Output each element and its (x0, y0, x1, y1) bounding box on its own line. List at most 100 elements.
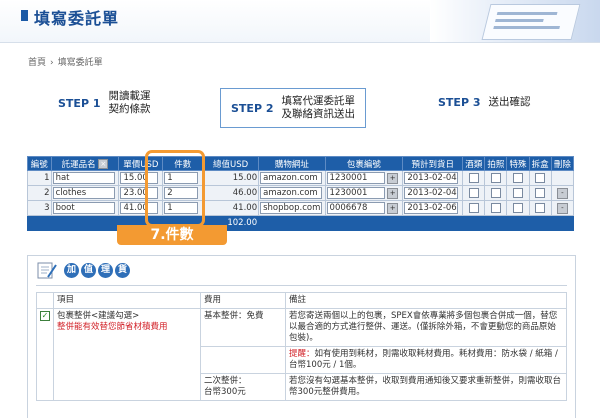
col-special: 特殊 (506, 156, 530, 171)
consolidation-item: 包裹整併<建議勾選> 整併能有效替您節省材積費用 (53, 308, 201, 401)
basic-note: 若您寄送兩個以上的包裹，SPEX會依專業將多個包裹合併成一個，替您以最合適的方式… (285, 308, 567, 347)
url-input[interactable]: shopbop.com (260, 202, 323, 214)
document-pen-icon (37, 262, 57, 279)
qty-callout-label: 7.件數 (117, 225, 227, 245)
order-table-header: 編號 託運品名 × 單價USD 件數 總值USD 購物網址 包裹編號 預計到貨日… (27, 156, 575, 171)
col-note: 備註 (285, 292, 567, 309)
package-input[interactable]: 0006678 (326, 202, 385, 214)
page-title: 填寫委託單 (34, 9, 120, 28)
step-3-number: STEP 3 (438, 96, 481, 109)
url-input[interactable]: amazon.com (260, 172, 323, 184)
unbox-checkbox[interactable] (535, 187, 546, 198)
total-row: 102.00 (26, 215, 574, 231)
heading-char: 理 (98, 262, 113, 278)
material-note-text: 如有使用到耗材，則需收取耗材費用。耗材費用：防水袋 / 紙箱 / 台幣100元 … (289, 349, 558, 370)
col-delete: 刪除 (550, 156, 575, 171)
item-name-input[interactable]: clothes (52, 187, 115, 199)
table-row: 3 boot 41.00 1 41.00 shopbop.com 0006678… (27, 200, 575, 216)
liquor-checkbox[interactable] (468, 172, 479, 183)
step-2-active: STEP 2 填寫代運委託單 及聯絡資訊送出 (220, 88, 366, 128)
special-checkbox[interactable] (513, 187, 524, 198)
table-row: ✓ 包裹整併<建議勾選> 整併能有效替您節省材積費用 基本整併：免費 若您寄送兩… (36, 308, 567, 401)
title-bullet-icon (21, 10, 28, 21)
col-package: 包裹編號 (324, 156, 404, 171)
top-banner: 填寫委託單 (0, 0, 600, 43)
special-checkbox[interactable] (513, 172, 524, 183)
liquor-checkbox[interactable] (468, 187, 479, 198)
step-2-label: 填寫代運委託單 及聯絡資訊送出 (281, 95, 356, 120)
delete-row-button[interactable]: - (556, 187, 568, 199)
delete-cell-empty (550, 170, 575, 186)
col-fee: 費用 (200, 292, 286, 309)
reminder-label: 提醒： (289, 349, 315, 359)
divider (36, 285, 567, 286)
item-name-input[interactable]: boot (52, 202, 115, 214)
second-note: 若您沒有勾選基本整併，收取到費用通知後又要求重新整併，則需收取台幣300元整併費… (285, 373, 567, 401)
consolidation-subtitle: 整併能有效替您節省材積費用 (57, 322, 168, 332)
form-card-illustration (481, 4, 581, 40)
delete-row-button[interactable]: - (556, 202, 568, 214)
date-input[interactable]: 2013-02-04 (404, 172, 459, 184)
col-unbox: 拆盒 (528, 156, 552, 171)
col-item: 項目 (53, 292, 201, 309)
col-liquor: 酒類 (462, 156, 486, 171)
row-total: 46.00 (202, 185, 260, 201)
consolidation-title: 包裹整併<建議勾選> (57, 311, 140, 321)
heading-char: 加 (64, 262, 79, 278)
col-url: 購物網址 (258, 156, 326, 171)
col-total: 總值USD (202, 156, 260, 171)
table-row: 2 clothes 23.00 2 46.00 amazon.com 12300… (27, 185, 575, 201)
photo-checkbox[interactable] (490, 172, 501, 183)
banner-illustration (430, 0, 600, 42)
row-total: 15.00 (202, 170, 260, 186)
special-checkbox[interactable] (513, 202, 524, 213)
unbox-checkbox[interactable] (535, 202, 546, 213)
col-name: 託運品名 × (50, 156, 120, 171)
date-input[interactable]: 2013-02-04 (404, 187, 459, 199)
package-picker-button[interactable]: + (387, 187, 399, 199)
package-picker-button[interactable]: + (387, 202, 399, 214)
row-number: 3 (27, 200, 52, 216)
order-table-container: 編號 託運品名 × 單價USD 件數 總值USD 購物網址 包裹編號 預計到貨日… (26, 156, 575, 231)
item-name-input[interactable]: hat (52, 172, 115, 184)
consolidation-checkbox[interactable]: ✓ (40, 311, 50, 321)
breadcrumb-separator: › (50, 58, 54, 68)
step-1-label: 閱讀載運 契約條款 (108, 90, 151, 115)
date-input[interactable]: 2013-02-06 (404, 202, 459, 214)
services-header-row: 項目 費用 備註 (36, 292, 567, 309)
liquor-checkbox[interactable] (468, 202, 479, 213)
step-3-label: 送出確認 (488, 96, 531, 108)
row-number: 2 (27, 185, 52, 201)
col-photo: 拍照 (484, 156, 508, 171)
package-input[interactable]: 1230001 (326, 187, 385, 199)
photo-checkbox[interactable] (490, 187, 501, 198)
breadcrumb: 首頁 › 填寫委託單 (28, 55, 107, 68)
photo-checkbox[interactable] (490, 202, 501, 213)
step-3: STEP 3 送出確認 (438, 96, 531, 109)
col-date: 預計到貨日 (402, 156, 464, 171)
qty-column-highlight (145, 150, 205, 227)
step-1-number: STEP 1 (58, 96, 101, 110)
services-heading: 加值理貨 (36, 260, 132, 280)
order-table: 編號 託運品名 × 單價USD 件數 總值USD 購物網址 包裹編號 預計到貨日… (26, 156, 575, 231)
x-icon[interactable]: × (98, 159, 109, 169)
basic-fee: 基本整併：免費 (200, 308, 286, 347)
package-picker-button[interactable]: + (387, 172, 399, 184)
table-row: 1 hat 15.00 1 15.00 amazon.com 1230001 +… (27, 170, 575, 186)
breadcrumb-current: 填寫委託單 (57, 58, 103, 68)
url-input[interactable]: amazon.com (260, 187, 323, 199)
heading-char: 值 (81, 262, 96, 278)
row-number: 1 (27, 170, 52, 186)
step-1: STEP 1 閱讀載運 契約條款 (58, 90, 151, 116)
step-2-number: STEP 2 (231, 101, 274, 115)
row-total: 41.00 (202, 200, 260, 216)
material-note: 提醒：如有使用到耗材，則需收取耗材費用。耗材費用：防水袋 / 紙箱 / 台幣10… (285, 346, 567, 374)
breadcrumb-home[interactable]: 首頁 (28, 58, 46, 68)
value-added-services-panel: 加值理貨 項目 費用 備註 ✓ 包裹整併<建議勾選> 整併能有效替您節省材積費用… (27, 255, 576, 418)
second-fee: 二次整併： 台幣300元 (200, 373, 286, 401)
col-no: 編號 (27, 156, 52, 171)
services-table: 項目 費用 備註 ✓ 包裹整併<建議勾選> 整併能有效替您節省材積費用 基本整併… (36, 292, 567, 401)
unbox-checkbox[interactable] (535, 172, 546, 183)
package-input[interactable]: 1230001 (326, 172, 385, 184)
heading-char: 貨 (115, 262, 130, 278)
